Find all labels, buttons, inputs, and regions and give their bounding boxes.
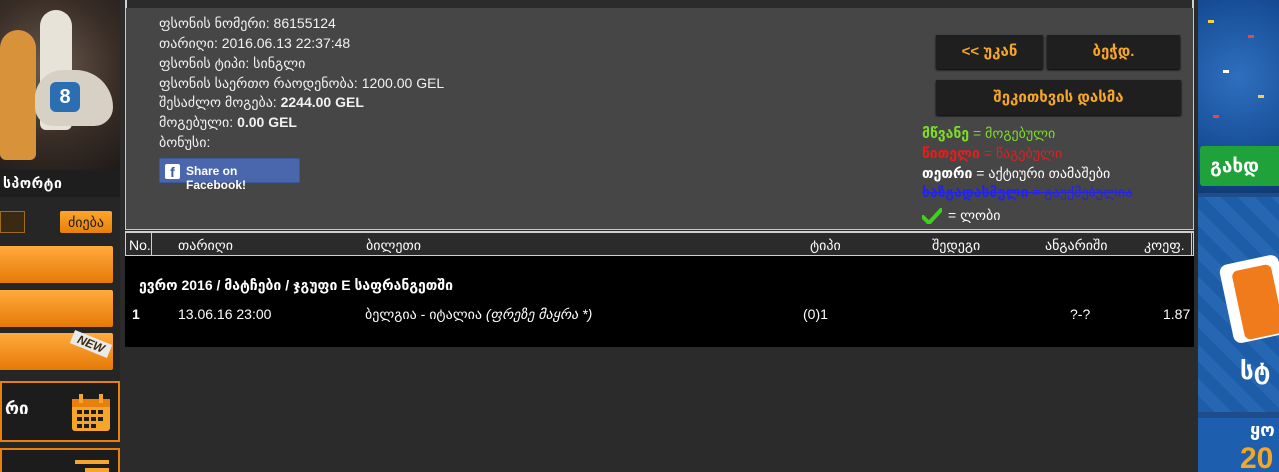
banner-dog-number: 8 <box>50 82 80 112</box>
column-header-result: შედეგი <box>932 237 981 253</box>
column-header-type: ტიპი <box>810 237 841 253</box>
left-sidebar: 8 სპორტი ძიება NEW რი <box>0 0 120 472</box>
legend-lost: წითელი = წაგებული <box>922 145 1063 161</box>
promo-bottom-text: ყო <box>1250 420 1275 440</box>
win-label: მოგებული: <box>159 114 238 130</box>
list-icon <box>75 460 109 472</box>
bets-table-body: ევრო 2016 / მატჩები / ჯგუფი E საფრანგეთშ… <box>125 256 1194 347</box>
sports-banner-image[interactable]: 8 <box>0 0 120 170</box>
promo-banner-top[interactable]: გახდ <box>1198 0 1279 193</box>
search-button[interactable]: ძიება <box>60 211 112 233</box>
column-divider <box>1191 233 1192 256</box>
calendar-menu-item[interactable]: რი <box>0 381 120 442</box>
panel-top-edge <box>125 0 1194 8</box>
possible-win-value: 2244.00 GEL <box>280 94 364 110</box>
event-group-title: ევრო 2016 / მატჩები / ჯგუფი E საფრანგეთშ… <box>139 277 454 293</box>
calendar-menu-label: რი <box>5 399 29 418</box>
ticket-type: ფსონის ტიპი: სინგლი <box>159 55 306 71</box>
confetti-decoration <box>1208 20 1214 23</box>
facebook-icon: f <box>165 164 180 180</box>
new-badge: NEW <box>69 330 113 358</box>
confetti-decoration <box>1223 70 1229 73</box>
search-input[interactable] <box>0 211 25 233</box>
promo-bottom-number: 20 <box>1240 442 1274 472</box>
promo-banner-bottom[interactable]: ყო 20 <box>1198 418 1279 472</box>
list-menu-item[interactable] <box>0 448 120 472</box>
sidebar-menu-button[interactable] <box>0 290 113 327</box>
facebook-share-button[interactable]: f Share on Facebook! <box>159 158 300 192</box>
row-date: 13.06.16 23:00 <box>178 306 272 322</box>
column-header-odds: კოეფ. <box>1144 237 1185 253</box>
legend-lobby: = ლობი <box>922 206 1000 225</box>
legend-cancelled: ხაზგადასმული = გაუქმებულია <box>922 184 1133 200</box>
confetti-decoration <box>1258 95 1264 98</box>
confetti-decoration <box>1213 115 1219 118</box>
possible-win-label: შესაძლო მოგება: <box>159 94 281 110</box>
ticket-win: მოგებული: 0.00 GEL <box>159 113 297 131</box>
bet-details-panel: ფსონის ნომერი: 86155124 თარიღი: 2016.06.… <box>125 0 1194 472</box>
legend-active: თეთრი = აქტიური თამაშები <box>922 165 1111 181</box>
facebook-share-label: Share on Facebook! <box>186 164 247 192</box>
sports-label[interactable]: სპორტი <box>0 170 120 197</box>
checkmark-icon <box>922 208 942 225</box>
row-number: 1 <box>132 306 140 322</box>
ticket-possible-win: შესაძლო მოგება: 2244.00 GEL <box>159 93 364 111</box>
calendar-icon <box>72 394 110 431</box>
back-button[interactable]: << უკან <box>936 35 1043 69</box>
row-pick: (ფრეზე მაყრა *) <box>485 306 593 322</box>
sidebar-menu-button[interactable] <box>0 246 113 283</box>
promo-join-button[interactable]: გახდ <box>1200 146 1279 186</box>
ticket-bonus: ბონუსი: <box>159 134 211 150</box>
row-score: ?-? <box>1070 306 1091 322</box>
ticket-total-amount: ფსონის საერთო რაოდენობა: 1200.00 GEL <box>159 75 445 91</box>
row-match: ბელგია - იტალია (ფრეზე მაყრა *) <box>365 306 593 322</box>
row-type: (0)1 <box>803 306 828 322</box>
banner-player-figure <box>0 30 36 160</box>
legend-won: მწვანე = მოგებული <box>922 125 1056 141</box>
ticket-info-box: ფსონის ნომერი: 86155124 თარიღი: 2016.06.… <box>125 8 1194 230</box>
ticket-number: ფსონის ნომერი: 86155124 <box>159 15 336 31</box>
column-header-score: ანგარიში <box>1045 237 1108 253</box>
bets-table-header: No. თარიღი ბილეთი ტიპი შედეგი ანგარიში კ… <box>125 231 1194 256</box>
win-value: 0.00 GEL <box>237 114 297 130</box>
confetti-decoration <box>1248 35 1254 38</box>
right-promo-banners: გახდ სტ ყო 20 <box>1198 0 1279 472</box>
column-divider <box>151 233 152 256</box>
ask-question-button[interactable]: შეკითხვის დასმა <box>936 80 1181 115</box>
row-odds: 1.87 <box>1163 306 1191 322</box>
promo-middle-text: სტ <box>1240 358 1271 385</box>
column-header-date: თარიღი <box>178 237 233 253</box>
column-header-no: No. <box>129 237 151 253</box>
promo-banner-middle[interactable]: სტ <box>1198 197 1279 412</box>
print-button[interactable]: ბეჭდ. <box>1047 35 1180 69</box>
ticket-date: თარიღი: 2016.06.13 22:37:48 <box>159 35 351 51</box>
sidebar-menu-button-new[interactable]: NEW <box>0 330 113 370</box>
column-header-ticket: ბილეთი <box>366 237 421 253</box>
